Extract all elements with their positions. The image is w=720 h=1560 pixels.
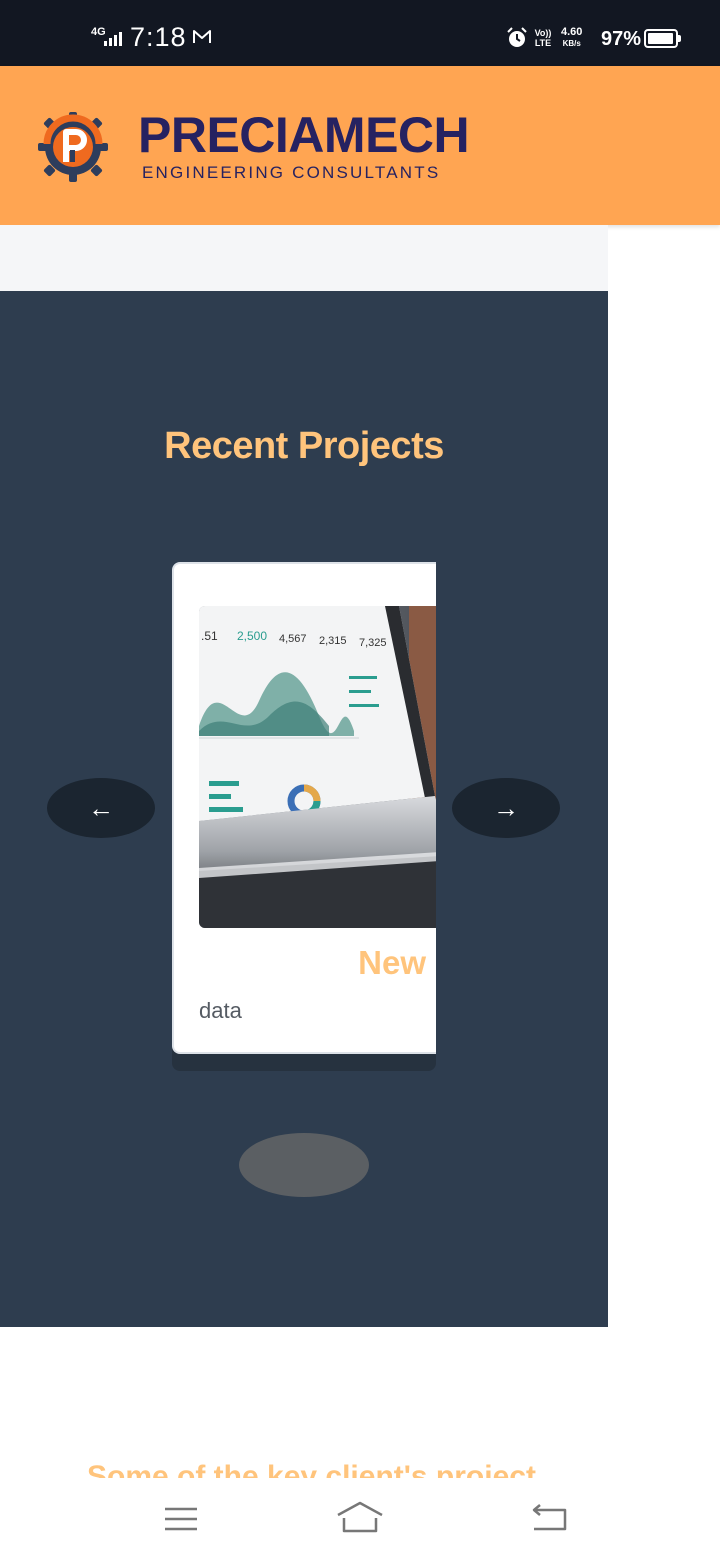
battery-percent: 97% (601, 28, 642, 50)
project-title: New (358, 944, 426, 981)
carousel-next-button[interactable]: → (452, 778, 560, 838)
alarm-icon (507, 27, 527, 47)
battery-icon (644, 29, 681, 48)
svg-text:7,325: 7,325 (359, 637, 387, 649)
brand-tagline: ENGINEERING CONSULTANTS (142, 163, 441, 182)
project-card[interactable]: .51 2,500 4,567 2,315 7,325 New data (172, 562, 436, 1054)
project-description: data (199, 998, 242, 1023)
section-title: Recent Projects (164, 425, 444, 467)
screen: 4G 7:18 Vo)) LTE 4.60 KB/s 97% PRECIAMEC… (0, 0, 720, 1560)
signal-icon (104, 32, 122, 46)
brand-name: PRECIAMECH (138, 107, 470, 163)
clock: 7:18 (130, 22, 187, 52)
system-navigation-bar (0, 1478, 720, 1560)
site-header: PRECIAMECH ENGINEERING CONSULTANTS (0, 66, 720, 225)
svg-text:2,315: 2,315 (319, 635, 347, 647)
svg-text:2,500: 2,500 (237, 629, 267, 643)
recent-apps-icon[interactable] (164, 1506, 198, 1532)
preciamech-logo[interactable] (36, 110, 110, 184)
svg-text:4,567: 4,567 (279, 633, 307, 645)
status-bar: 4G 7:18 Vo)) LTE 4.60 KB/s 97% (0, 0, 720, 66)
gmail-icon (193, 30, 211, 43)
network-speed: 4.60 KB/s (561, 27, 582, 49)
home-icon[interactable] (336, 1500, 384, 1534)
back-icon[interactable] (530, 1502, 568, 1532)
network-speed-unit: KB/s (562, 39, 581, 48)
recent-projects-section: Recent Projects .51 2,500 4,567 2,315 7,… (0, 291, 608, 1327)
analytics-dashboard-laptop-image: .51 2,500 4,567 2,315 7,325 (199, 606, 436, 928)
carousel-prev-button[interactable]: ← (47, 778, 155, 838)
section-spacer (0, 225, 608, 291)
network-speed-value: 4.60 (561, 26, 583, 38)
volte-indicator: Vo)) LTE (534, 28, 552, 48)
project-image[interactable]: .51 2,500 4,567 2,315 7,325 (199, 606, 436, 928)
svg-text:.51: .51 (201, 629, 218, 643)
carousel-dot-indicator[interactable] (239, 1133, 369, 1197)
